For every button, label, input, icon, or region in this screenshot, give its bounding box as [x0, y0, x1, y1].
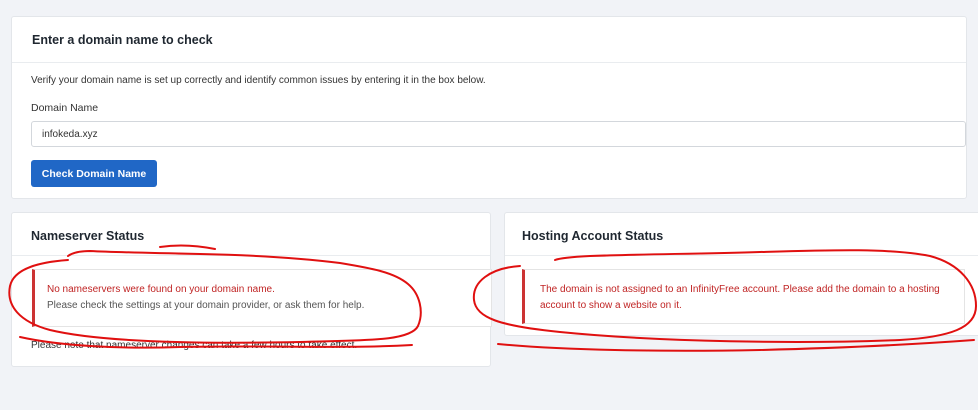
annotation-underline-hosting: [497, 339, 975, 352]
domain-check-title: Enter a domain name to check: [12, 17, 966, 63]
hosting-alert-text: The domain is not assigned to an Infinit…: [540, 284, 940, 311]
nameserver-error-alert: No nameservers were found on your domain…: [32, 269, 492, 327]
nameserver-status-card: Nameserver Status No nameservers were fo…: [11, 212, 492, 367]
nameserver-note: Please note that nameserver changes can …: [31, 340, 358, 351]
domain-check-intro: Verify your domain name is set up correc…: [31, 75, 486, 86]
hosting-status-title: Hosting Account Status: [505, 213, 978, 256]
nameserver-alert-body: Please check the settings at your domain…: [47, 300, 365, 311]
hosting-error-alert: The domain is not assigned to an Infinit…: [522, 269, 965, 324]
domain-check-card: Enter a domain name to check Verify your…: [11, 16, 967, 199]
domain-name-input[interactable]: [31, 121, 966, 147]
nameserver-status-title: Nameserver Status: [12, 213, 490, 256]
domain-name-label: Domain Name: [31, 102, 99, 114]
hosting-status-card: Hosting Account Status The domain is not…: [504, 212, 978, 336]
nameserver-alert-title: No nameservers were found on your domain…: [47, 284, 275, 295]
check-domain-button[interactable]: Check Domain Name: [31, 160, 157, 187]
